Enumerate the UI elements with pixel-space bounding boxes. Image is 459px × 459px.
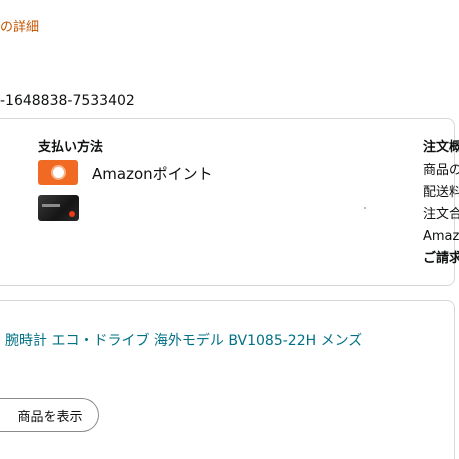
credit-card-icon bbox=[38, 195, 79, 221]
amazon-points-icon bbox=[38, 160, 78, 185]
card-brand-mark bbox=[69, 211, 75, 217]
card-stripe bbox=[42, 204, 60, 207]
breadcrumb[interactable]: の詳細 bbox=[0, 16, 39, 35]
item-title-link[interactable]: 腕時計 エコ・ドライブ 海外モデル BV1085-22H メンズ bbox=[5, 330, 362, 350]
view-item-button[interactable]: 商品を表示 bbox=[0, 398, 99, 432]
order-number: -1648838-7533402 bbox=[0, 93, 135, 109]
stray-dot bbox=[364, 207, 366, 209]
payment-method-label: Amazonポイント bbox=[92, 165, 213, 183]
order-summary: 注文概 商品の 配送料 注文合 Amaz ご請求 bbox=[423, 136, 459, 270]
summary-total: ご請求 bbox=[423, 251, 459, 266]
order-details-page: の詳細 -1648838-7533402 支払い方法 Amazonポイント 注文… bbox=[0, 0, 459, 459]
coin-icon bbox=[50, 165, 66, 180]
summary-row: 配送料 bbox=[423, 185, 459, 200]
order-summary-title: 注文概 bbox=[423, 140, 459, 155]
summary-row: Amaz bbox=[423, 229, 459, 244]
item-card bbox=[0, 300, 455, 459]
summary-row: 注文合 bbox=[423, 207, 459, 222]
payment-method-title: 支払い方法 bbox=[38, 140, 104, 155]
summary-row: 商品の bbox=[423, 163, 459, 178]
